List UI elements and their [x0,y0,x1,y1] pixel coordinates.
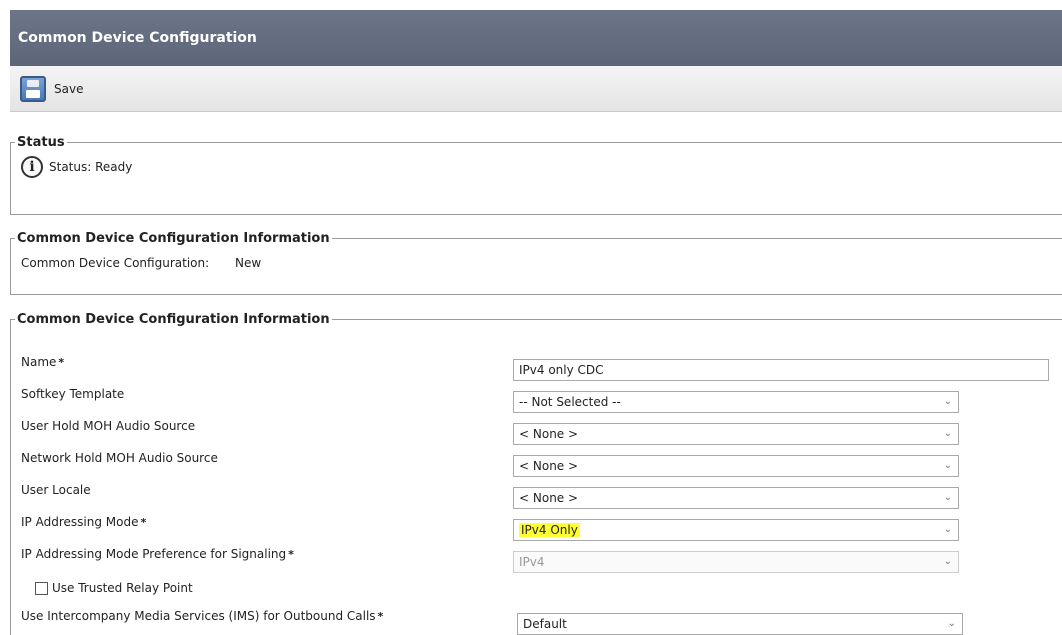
network-hold-label: Network Hold MOH Audio Source [21,451,218,465]
softkey-select[interactable]: -- Not Selected -- ⌄ [513,391,959,413]
ip-mode-label: IP Addressing Mode [21,515,139,529]
ip-mode-value: IPv4 Only [519,523,580,537]
window-title: Common Device Configuration [18,30,257,46]
ip-mode-select[interactable]: IPv4 Only ⌄ [513,519,959,541]
save-button[interactable]: Save [20,75,83,102]
name-row: Name * [21,351,64,373]
name-label: Name [21,355,57,369]
chevron-down-icon: ⌄ [943,460,952,471]
ims-value: Default [523,617,567,631]
chevron-down-icon: ⌄ [947,618,956,629]
network-hold-row: Network Hold MOH Audio Source [21,447,218,469]
ip-pref-value: IPv4 [519,555,545,569]
status-section: Status i Status: Ready [10,135,1062,215]
ip-pref-row: IP Addressing Mode Preference for Signal… [21,543,294,565]
user-hold-value: < None > [519,427,579,441]
ims-select[interactable]: Default ⌄ [517,613,963,635]
ims-required-mark: * [377,609,384,623]
device-config-fields-legend: Common Device Configuration Information [17,312,330,327]
network-hold-select[interactable]: < None > ⌄ [513,455,959,477]
device-config-fields-section: Common Device Configuration Information … [10,312,1062,635]
softkey-label: Softkey Template [21,387,125,401]
user-locale-value: < None > [519,491,579,505]
chevron-down-icon: ⌄ [943,556,952,567]
name-required-mark: * [58,355,65,369]
chevron-down-icon: ⌄ [943,396,952,407]
status-legend: Status [17,135,65,150]
name-input[interactable]: IPv4 only CDC [513,359,1049,381]
device-config-value: New [234,256,262,270]
chevron-down-icon: ⌄ [943,492,952,503]
ims-row: Use Intercompany Media Services (IMS) fo… [21,605,383,627]
chevron-down-icon: ⌄ [943,428,952,439]
user-locale-row: User Locale [21,479,91,501]
softkey-row: Softkey Template [21,383,124,405]
trusted-relay-row[interactable]: Use Trusted Relay Point [35,577,193,599]
status-text: Status: Ready [49,160,133,174]
toolbar: Save [10,66,1062,112]
user-hold-label: User Hold MOH Audio Source [21,419,196,433]
user-hold-row: User Hold MOH Audio Source [21,415,195,437]
network-hold-value: < None > [519,459,579,473]
chevron-down-icon: ⌄ [943,524,952,535]
user-hold-select[interactable]: < None > ⌄ [513,423,959,445]
info-icon: i [21,156,43,178]
window-title-bar: Common Device Configuration [10,10,1062,66]
ip-pref-required-mark: * [288,547,294,561]
softkey-value: -- Not Selected -- [519,395,621,409]
user-locale-label: User Locale [21,483,91,497]
device-config-info-legend: Common Device Configuration Information [17,231,330,246]
ip-pref-select: IPv4 ⌄ [513,551,959,573]
ip-pref-label: IP Addressing Mode Preference for Signal… [21,547,287,561]
device-config-label: Common Device Configuration: [21,256,210,270]
user-locale-select[interactable]: < None > ⌄ [513,487,959,509]
ip-mode-row: IP Addressing Mode * [21,511,146,533]
name-value: IPv4 only CDC [519,363,604,377]
trusted-relay-label: Use Trusted Relay Point [52,581,193,595]
trusted-relay-checkbox[interactable] [35,581,48,595]
ims-label: Use Intercompany Media Services (IMS) fo… [21,609,376,623]
device-config-info-section: Common Device Configuration Information … [10,231,1062,295]
save-label[interactable]: Save [54,82,83,96]
ip-mode-required-mark: * [140,515,147,529]
floppy-disk-icon[interactable] [20,75,46,102]
